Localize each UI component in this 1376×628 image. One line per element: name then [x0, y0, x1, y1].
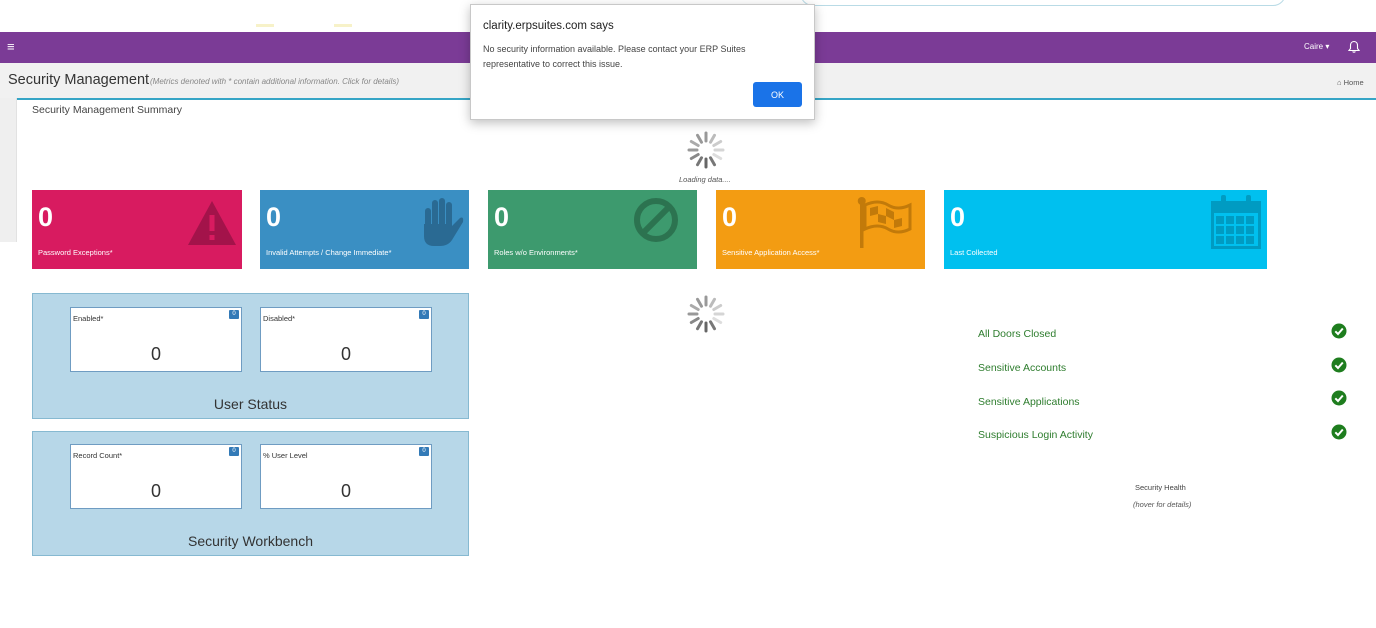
check-circle-icon — [1331, 357, 1347, 373]
tile-invalid-attempts[interactable]: 0 Invalid Attempts / Change Immediate* — [260, 190, 469, 269]
dialog-message: No security information available. Pleas… — [483, 44, 746, 69]
metric-label: Disabled* — [263, 314, 296, 323]
tile-label: Password Exceptions* — [38, 248, 113, 257]
tile-value: 0 — [266, 202, 282, 232]
metric-badge: 0 — [229, 310, 239, 319]
metric-value: 0 — [150, 344, 161, 364]
metric-record-count[interactable]: Record Count* 0 0 — [70, 444, 242, 509]
hand-icon — [424, 198, 464, 246]
sidebar-edge — [0, 98, 17, 242]
breadcrumb-home[interactable]: ⌂ Home — [1337, 78, 1364, 87]
tile-password-exceptions[interactable]: 0 Password Exceptions* — [32, 190, 242, 269]
bell-icon[interactable] — [1347, 40, 1361, 54]
breadcrumb-home-label: Home — [1343, 78, 1364, 87]
metric-badge: 0 — [419, 310, 429, 319]
address-bar-edge — [800, 0, 1286, 6]
tile-value: 0 — [722, 202, 738, 232]
health-item-sensitive-accounts[interactable]: Sensitive Accounts — [978, 362, 1066, 374]
tile-last-collected[interactable]: 0 Last Collected — [944, 190, 1267, 269]
health-item-sensitive-applications[interactable]: Sensitive Applications — [978, 396, 1080, 408]
page-subtitle: (Metrics denoted with * contain addition… — [150, 77, 400, 86]
highlight-mark — [334, 24, 352, 27]
security-health-title: Security Health — [1135, 483, 1186, 492]
metric-user-level[interactable]: % User Level 0 0 — [260, 444, 432, 509]
loading-spinner-icon — [687, 295, 725, 333]
tile-value: 0 — [950, 202, 966, 232]
health-item-all-doors-closed[interactable]: All Doors Closed — [978, 328, 1056, 340]
home-icon: ⌂ — [1337, 78, 1344, 87]
ban-icon — [634, 198, 678, 242]
metric-value: 0 — [340, 344, 351, 364]
metric-label: Enabled* — [73, 314, 104, 323]
security-workbench-title: Security Workbench — [187, 533, 313, 549]
check-circle-icon — [1331, 323, 1347, 339]
metric-label: Record Count* — [73, 451, 123, 460]
loading-text: Loading data.... — [679, 175, 731, 184]
security-workbench-panel: Record Count* 0 0 % User Level 0 0 Secur… — [32, 431, 469, 556]
metric-value: 0 — [340, 481, 351, 501]
tile-value: 0 — [494, 202, 510, 232]
ok-button[interactable]: OK — [753, 82, 802, 107]
menu-toggle-icon[interactable]: ≡ — [7, 40, 15, 53]
summary-title: Security Management Summary — [32, 104, 182, 116]
metric-badge: 0 — [229, 447, 239, 456]
highlight-mark — [256, 24, 274, 27]
dialog-title: clarity.erpsuites.com says — [483, 20, 614, 32]
health-item-suspicious-login-activity[interactable]: Suspicious Login Activity — [978, 429, 1093, 441]
metric-disabled[interactable]: Disabled* 0 0 — [260, 307, 432, 372]
check-circle-icon — [1331, 424, 1347, 440]
metric-enabled[interactable]: Enabled* 0 0 — [70, 307, 242, 372]
user-menu-dropdown[interactable]: Caire ▾ — [1304, 42, 1329, 51]
check-circle-icon — [1331, 390, 1347, 406]
page-title: Security Management — [8, 72, 150, 88]
alert-dialog: clarity.erpsuites.com says No security i… — [470, 4, 815, 120]
loading-spinner-icon — [687, 131, 725, 169]
flag-icon — [857, 197, 912, 248]
user-status-title: User Status — [213, 396, 288, 412]
tile-label: Roles w/o Environments* — [494, 248, 578, 257]
security-health-hint: (hover for details) — [1133, 500, 1192, 509]
tile-label: Sensitive Application Access* — [722, 248, 820, 257]
metric-label: % User Level — [263, 451, 308, 460]
warning-icon — [188, 201, 236, 245]
tile-value: 0 — [38, 202, 54, 232]
metric-badge: 0 — [419, 447, 429, 456]
user-status-panel: Enabled* 0 0 Disabled* 0 0 User Status — [32, 293, 469, 419]
tile-roles-without-environments[interactable]: 0 Roles w/o Environments* — [488, 190, 697, 269]
tile-label: Invalid Attempts / Change Immediate* — [266, 248, 392, 257]
metric-value: 0 — [150, 481, 161, 501]
tile-sensitive-application-access[interactable]: 0 Sensitive Application Access* — [716, 190, 925, 269]
tile-label: Last Collected — [950, 248, 998, 257]
calendar-icon — [1211, 195, 1261, 249]
